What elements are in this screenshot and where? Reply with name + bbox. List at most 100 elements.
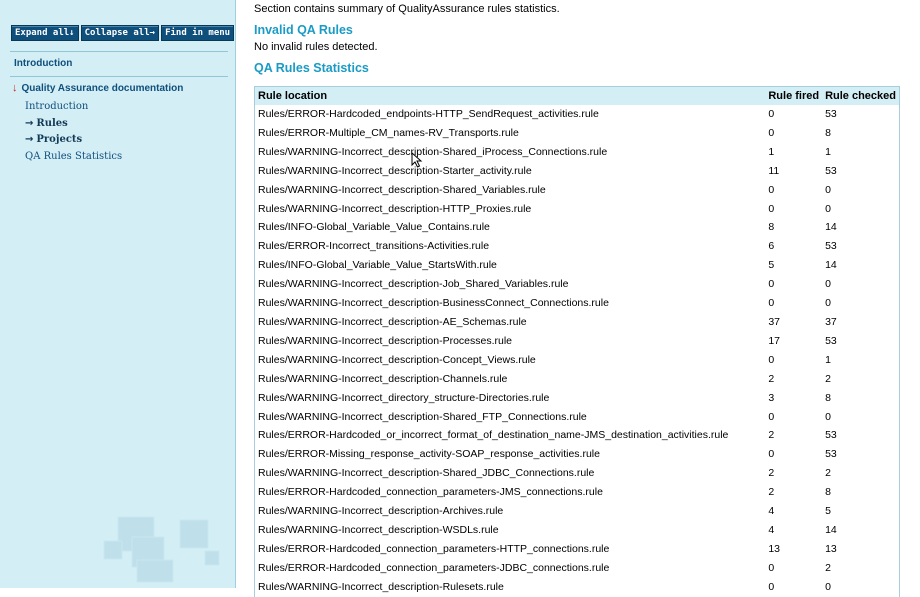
table-row: Rules/ERROR-Hardcoded_connection_paramet… (255, 559, 899, 578)
cell-rule-location: Rules/WARNING-Incorrect_description-Chan… (258, 372, 508, 385)
cell-rule-location: Rules/ERROR-Hardcoded_or_incorrect_forma… (258, 429, 729, 442)
table-row: Rules/INFO-Global_Variable_Value_Contain… (255, 218, 899, 237)
main-content: Section contains summary of QualityAssur… (254, 0, 920, 597)
cell-rule-fired: 0 (768, 353, 775, 366)
invalid-rules-heading: Invalid QA Rules (254, 23, 353, 37)
table-row: Rules/WARNING-Incorrect_description-Conc… (255, 351, 899, 370)
cell-rule-fired: 6 (768, 240, 775, 253)
cell-rule-checked: 0 (825, 183, 831, 196)
table-row: Rules/WARNING-Incorrect_description-Shar… (255, 143, 899, 162)
cell-rule-checked: 53 (825, 429, 837, 442)
cell-rule-fired: 4 (768, 523, 775, 536)
column-header-rule-fired: Rule fired (765, 87, 823, 105)
cell-rule-location: Rules/WARNING-Incorrect_description-Shar… (258, 467, 595, 480)
cell-rule-checked: 1 (825, 145, 831, 158)
cell-rule-fired: 13 (768, 542, 781, 555)
invalid-rules-text: No invalid rules detected. (254, 41, 378, 53)
cell-rule-location: Rules/WARNING-Incorrect_description-Busi… (258, 297, 609, 310)
cell-rule-location: Rules/ERROR-Missing_response_activity-SO… (258, 448, 600, 461)
cell-rule-location: Rules/ERROR-Hardcoded_connection_paramet… (258, 542, 610, 555)
cell-rule-checked: 0 (825, 297, 831, 310)
cell-rule-location: Rules/WARNING-Incorrect_description-Star… (258, 164, 532, 177)
table-row: Rules/WARNING-Incorrect_description-Chan… (255, 370, 899, 389)
cell-rule-location: Rules/ERROR-Hardcoded_connection_paramet… (258, 561, 610, 574)
cell-rule-checked: 8 (825, 126, 831, 139)
cell-rule-location: Rules/ERROR-Hardcoded_endpoints-HTTP_Sen… (258, 108, 599, 120)
table-row: Rules/WARNING-Incorrect_description-Proc… (255, 332, 899, 351)
table-row: Rules/WARNING-Incorrect_description-Shar… (255, 464, 899, 483)
table-row: Rules/WARNING-Incorrect_description-Arch… (255, 502, 899, 521)
cell-rule-checked: 53 (825, 448, 837, 461)
cell-rule-checked: 14 (825, 221, 837, 234)
cell-rule-location: Rules/WARNING-Incorrect_description-AE_S… (258, 315, 527, 328)
cell-rule-fired: 2 (768, 372, 775, 385)
section-intro-text: Section contains summary of QualityAssur… (254, 3, 560, 15)
logo-squares (103, 516, 220, 583)
cell-rule-checked: 53 (825, 108, 837, 120)
cell-rule-fired: 0 (768, 126, 775, 139)
cell-rule-fired: 8 (768, 221, 775, 234)
table-row: Rules/ERROR-Hardcoded_or_incorrect_forma… (255, 426, 899, 445)
table-row: Rules/WARNING-Incorrect_description-Rule… (255, 578, 899, 597)
statistics-heading: QA Rules Statistics (254, 61, 369, 75)
cell-rule-fired: 3 (768, 391, 775, 404)
cell-rule-checked: 0 (825, 410, 831, 423)
cell-rule-fired: 37 (768, 315, 781, 328)
column-header-rule-checked: Rule checked (822, 87, 899, 105)
cell-rule-checked: 2 (825, 561, 831, 574)
cell-rule-fired: 0 (768, 410, 775, 423)
cell-rule-location: Rules/WARNING-Incorrect_description-WSDL… (258, 523, 499, 536)
statistics-table: Rule location Rule fired Rule checked Ru… (254, 86, 900, 597)
cell-rule-checked: 53 (825, 334, 837, 347)
table-row: Rules/ERROR-Hardcoded_connection_paramet… (255, 483, 899, 502)
table-row: Rules/ERROR-Incorrect_transitions-Activi… (255, 237, 899, 256)
cell-rule-fired: 11 (768, 164, 780, 177)
table-row: Rules/WARNING-Incorrect_description-Shar… (255, 408, 899, 427)
cell-rule-fired: 0 (768, 561, 775, 574)
table-row: Rules/ERROR-Missing_response_activity-SO… (255, 445, 899, 464)
table-row: Rules/ERROR-Multiple_CM_names-RV_Transpo… (255, 124, 899, 143)
cell-rule-location: Rules/WARNING-Incorrect_description-Shar… (258, 145, 608, 158)
table-row: Rules/ERROR-Hardcoded_endpoints-HTTP_Sen… (255, 105, 899, 124)
cell-rule-fired: 0 (768, 108, 775, 120)
table-row: Rules/WARNING-Incorrect_description-HTTP… (255, 200, 899, 219)
table-row: Rules/WARNING-Incorrect_description-Star… (255, 162, 899, 181)
table-row: Rules/ERROR-Hardcoded_connection_paramet… (255, 540, 899, 559)
cell-rule-location: Rules/WARNING-Incorrect_description-Conc… (258, 353, 536, 366)
cell-rule-location: Rules/WARNING-Incorrect_directory_struct… (258, 391, 550, 404)
cell-rule-fired: 0 (768, 278, 775, 291)
cell-rule-location: Rules/WARNING-Incorrect_description-HTTP… (258, 202, 532, 215)
table-row: Rules/WARNING-Incorrect_description-Busi… (255, 294, 899, 313)
cell-rule-fired: 2 (768, 486, 775, 499)
cell-rule-checked: 0 (825, 580, 831, 593)
cell-rule-checked: 5 (825, 505, 831, 518)
cell-rule-checked: 13 (825, 542, 837, 555)
cell-rule-location: Rules/WARNING-Incorrect_description-Job_… (258, 278, 569, 291)
cell-rule-location: Rules/WARNING-Incorrect_description-Proc… (258, 334, 513, 347)
cell-rule-fired: 2 (768, 429, 775, 442)
table-row: Rules/WARNING-Incorrect_description-Shar… (255, 181, 899, 200)
cell-rule-fired: 0 (768, 297, 775, 310)
cell-rule-fired: 5 (768, 259, 775, 272)
cell-rule-fired: 0 (768, 202, 775, 215)
cell-rule-location: Rules/WARNING-Incorrect_description-Rule… (258, 580, 504, 593)
table-row: Rules/WARNING-Incorrect_description-WSDL… (255, 521, 899, 540)
cell-rule-location: Rules/INFO-Global_Variable_Value_Contain… (258, 221, 490, 234)
cell-rule-fired: 0 (768, 580, 775, 593)
table-header-row: Rule location Rule fired Rule checked (255, 87, 899, 105)
cell-rule-checked: 37 (825, 315, 837, 328)
cell-rule-location: Rules/ERROR-Incorrect_transitions-Activi… (258, 240, 490, 253)
cell-rule-location: Rules/ERROR-Hardcoded_connection_paramet… (258, 486, 603, 499)
table-row: Rules/WARNING-Incorrect_description-AE_S… (255, 313, 899, 332)
cell-rule-checked: 53 (825, 164, 837, 177)
cell-rule-checked: 53 (825, 240, 837, 253)
cell-rule-fired: 4 (768, 505, 775, 518)
navigation-sidebar: Expand all↓ Collapse all→ Find in menu I… (0, 0, 236, 588)
cell-rule-fired: 17 (768, 334, 781, 347)
table-row: Rules/WARNING-Incorrect_description-Job_… (255, 275, 899, 294)
cell-rule-checked: 0 (825, 278, 831, 291)
cell-rule-location: Rules/WARNING-Incorrect_description-Arch… (258, 505, 504, 518)
cell-rule-location: Rules/ERROR-Multiple_CM_names-RV_Transpo… (258, 126, 519, 139)
table-row: Rules/WARNING-Incorrect_directory_struct… (255, 389, 899, 408)
cell-rule-checked: 14 (825, 523, 837, 536)
